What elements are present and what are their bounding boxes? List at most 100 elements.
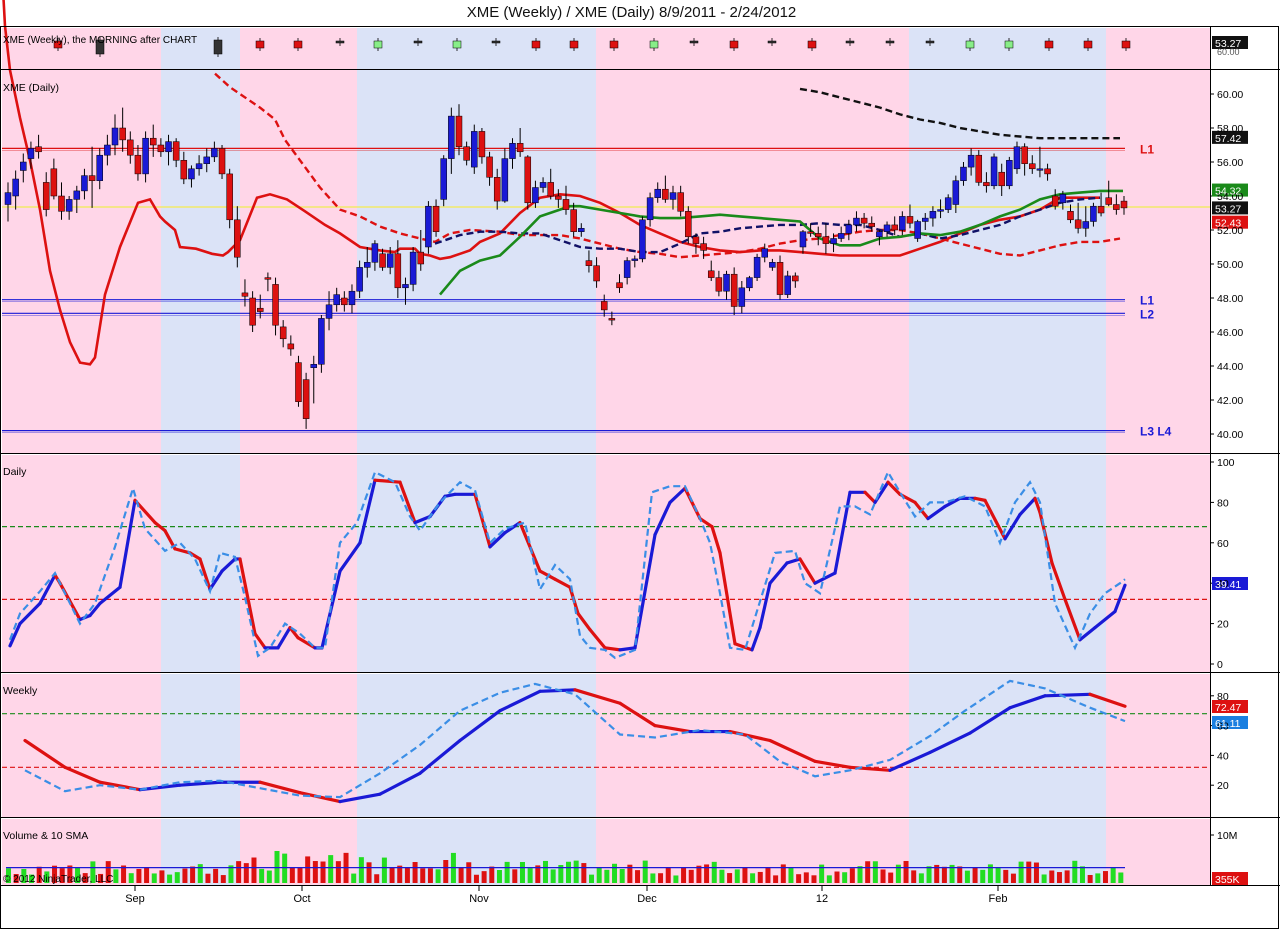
candle-body	[860, 217, 868, 224]
candle-body	[1021, 146, 1028, 164]
candle-body	[272, 284, 279, 326]
volume-bar	[197, 864, 203, 883]
volume-bar	[757, 871, 763, 883]
x-tick-label: Oct	[293, 893, 310, 905]
candle-body	[830, 238, 837, 244]
volume-bar	[205, 873, 211, 883]
candle-body	[677, 192, 684, 212]
candle-body	[937, 209, 944, 212]
price-marker-text: 355K	[1215, 874, 1240, 886]
candle-body	[1059, 194, 1067, 204]
candle-body	[532, 187, 539, 204]
candle-body	[761, 248, 768, 258]
candle-body	[325, 304, 333, 319]
candle-body	[249, 297, 256, 326]
candle-body	[555, 195, 562, 200]
volume-bar	[504, 861, 510, 883]
volume-bar	[213, 868, 219, 883]
candle-body	[608, 318, 616, 321]
volume-bar	[673, 875, 679, 883]
candle-body	[509, 143, 516, 159]
volume-bar	[266, 870, 272, 883]
y-tick-label: 80	[1217, 497, 1229, 509]
y-tick-label: 20	[1217, 780, 1229, 792]
volume-bar	[596, 867, 602, 883]
candle-body	[463, 146, 470, 161]
panel-label: XME (Daily)	[3, 82, 59, 94]
candle-body	[111, 127, 119, 146]
weekly-candle-body	[569, 40, 579, 49]
stochastic-k-segment	[1043, 692, 1092, 698]
session-band	[1106, 455, 1210, 672]
candle-body	[516, 143, 524, 153]
weekly-candle-body	[335, 40, 345, 44]
volume-bar	[328, 855, 334, 883]
candle-body	[967, 154, 975, 168]
volume-bar	[496, 870, 502, 883]
candle-body	[715, 277, 723, 292]
volume-bar	[803, 872, 809, 883]
candle-body	[409, 251, 417, 285]
x-tick-label: Feb	[989, 893, 1008, 905]
volume-bar	[1056, 872, 1062, 883]
candle-body	[524, 156, 532, 204]
volume-bar	[335, 861, 341, 883]
weekly-candle-body	[845, 40, 855, 44]
volume-bar	[1118, 872, 1124, 883]
x-tick-label: Nov	[469, 893, 489, 905]
candle-body	[256, 307, 264, 312]
volume-bar	[742, 867, 748, 883]
panel-label: XME (Weekly), the MORNING after CHART	[3, 35, 197, 46]
weekly-candle-body	[373, 40, 383, 49]
volume-bar	[719, 869, 725, 883]
volume-bar	[358, 857, 364, 883]
candle-body	[585, 260, 593, 266]
volume-bar	[1018, 861, 1024, 883]
weekly-candle-body	[649, 40, 659, 49]
candle-body	[807, 231, 814, 234]
candle-body	[4, 192, 12, 205]
volume-bar	[381, 857, 387, 883]
session-band	[357, 674, 596, 817]
x-tick-label: Sep	[125, 893, 145, 905]
y-tick-label: 10M	[1217, 830, 1237, 842]
session-band	[161, 674, 240, 817]
candle-body	[868, 222, 876, 227]
candle-body	[35, 146, 42, 153]
price-marker-text: 53.27	[1215, 203, 1241, 215]
price-marker-text: 57.42	[1215, 133, 1241, 145]
candle-body	[929, 211, 937, 219]
volume-bar	[366, 862, 372, 883]
volume-bar	[619, 868, 625, 883]
panel-label: Weekly	[3, 685, 38, 697]
volume-bar	[550, 869, 556, 883]
weekly-candle-body	[491, 40, 501, 44]
level-label: L1	[1140, 294, 1154, 308]
candle-body	[478, 131, 486, 158]
candle-body	[1082, 221, 1090, 229]
candle-body	[486, 156, 493, 178]
candle-body	[471, 131, 478, 168]
session-band	[357, 455, 596, 672]
candle-body	[58, 195, 65, 212]
volume-bar	[880, 869, 886, 883]
volume-bar	[519, 861, 525, 883]
candle-body	[692, 236, 700, 244]
candle-body	[211, 148, 218, 158]
candle-body	[448, 115, 455, 159]
volume-bar	[481, 871, 487, 883]
candle-body	[12, 178, 19, 197]
price-marker-text: 54.32	[1215, 186, 1241, 198]
candle-body	[769, 262, 776, 268]
weekly-candle-body	[255, 40, 265, 49]
panel-label: Volume & 10 SMA	[3, 830, 88, 842]
volume-bar	[711, 861, 717, 883]
candle-body	[234, 219, 241, 258]
y-tick-label: 42.00	[1217, 395, 1243, 407]
candle-body	[195, 163, 203, 170]
volume-bar	[435, 869, 441, 883]
volume-bar	[734, 869, 740, 883]
candle-body	[218, 148, 226, 175]
volume-bar	[773, 875, 779, 883]
volume-bar	[1102, 871, 1108, 883]
